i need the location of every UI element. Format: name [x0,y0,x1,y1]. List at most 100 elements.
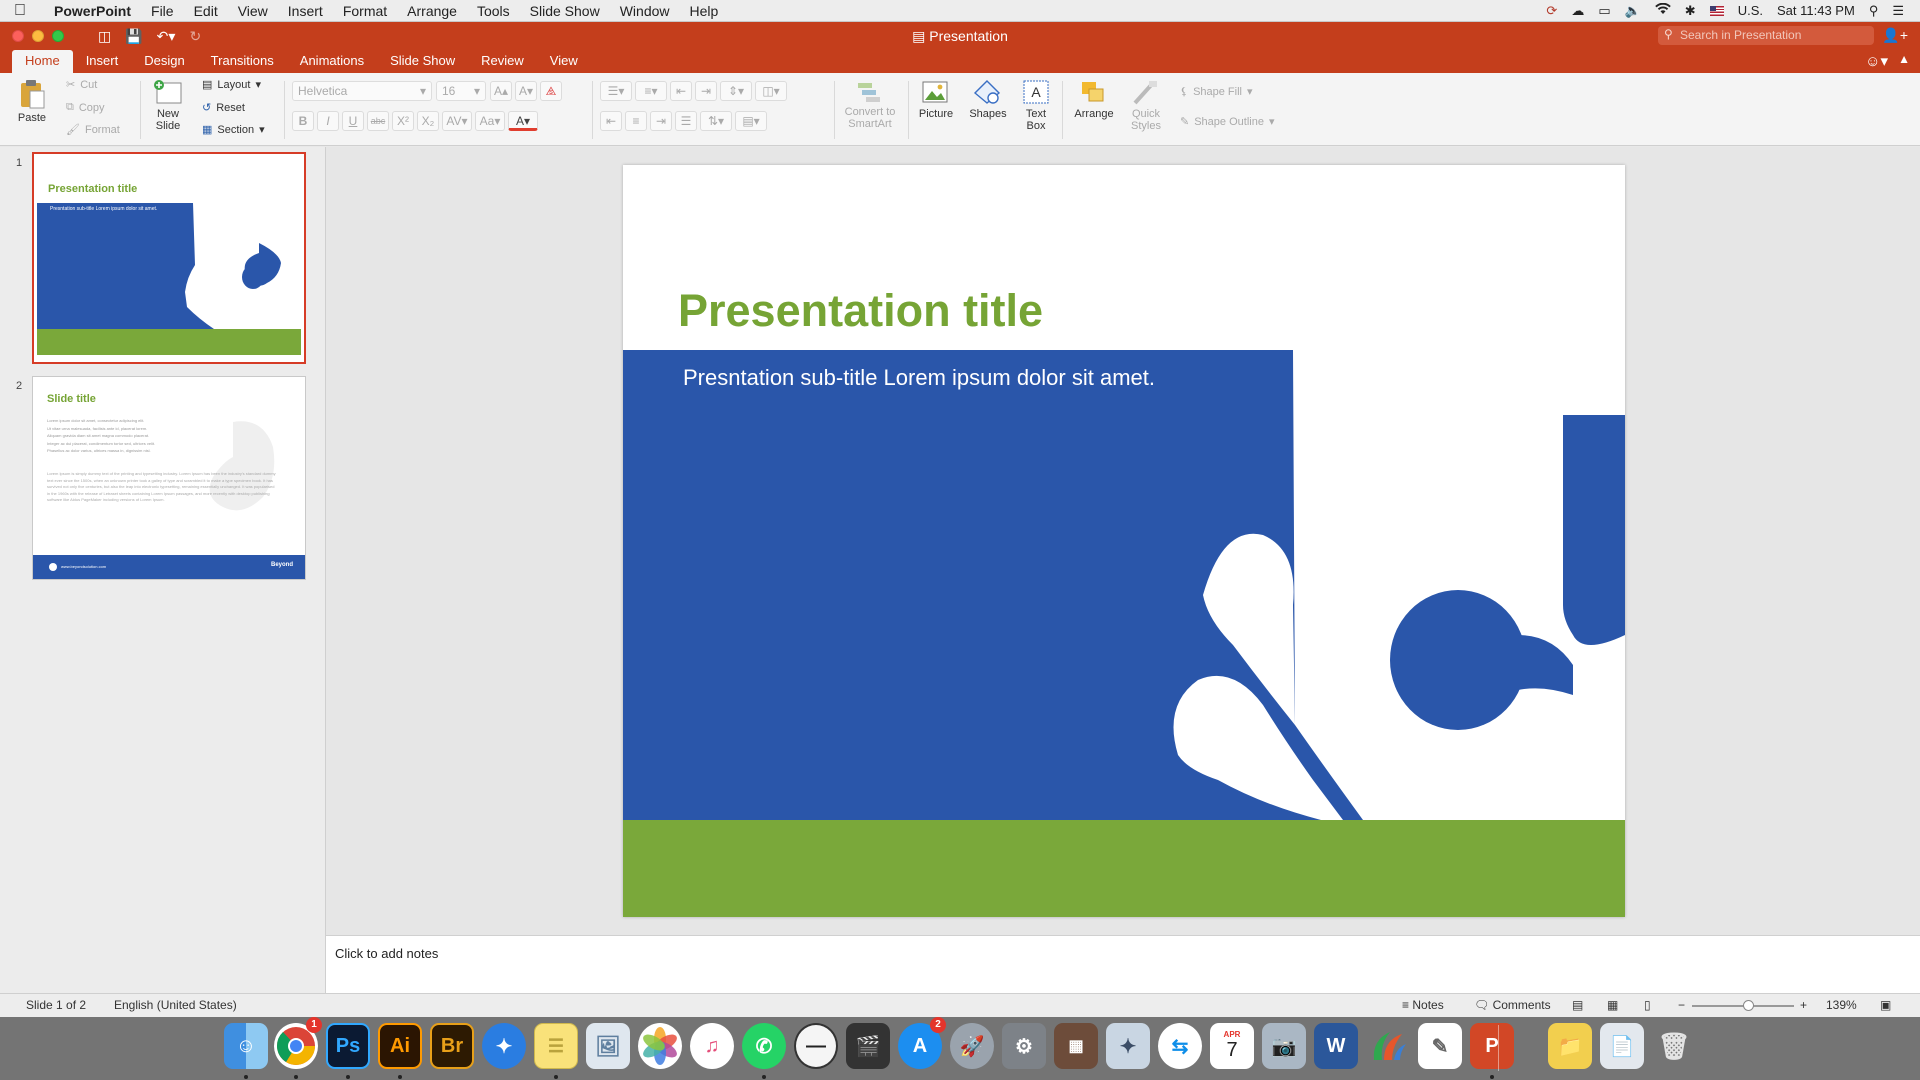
tab-review[interactable]: Review [468,50,537,73]
dock-photoshop[interactable]: Ps [326,1023,370,1069]
wifi-icon[interactable] [1654,2,1671,18]
text-direction-button[interactable]: ⇅▾ [700,111,732,131]
dock-word[interactable]: W [1314,1023,1358,1069]
feedback-smiley-icon[interactable]: ☺▾ [1865,52,1888,70]
font-name-select[interactable]: Helvetica ▾ [292,81,432,101]
change-case-button[interactable]: Aa▾ [475,111,505,131]
font-color-button[interactable]: A▾ [508,111,538,131]
collapse-ribbon-icon[interactable]: ▲ [1898,52,1910,66]
tab-animations[interactable]: Animations [287,50,377,73]
zoom-level[interactable]: 139% [1826,998,1857,1012]
menu-app-name[interactable]: PowerPoint [40,3,141,19]
align-left-button[interactable]: ⇤ [600,111,622,131]
tab-design[interactable]: Design [131,50,197,73]
minimize-window-button[interactable] [32,30,44,42]
reading-view-icon[interactable]: ▯ [1644,998,1651,1012]
dock-downloads[interactable]: 📁 [1548,1023,1592,1069]
font-size-select[interactable]: 16 ▾ [436,81,486,101]
quick-styles-button[interactable]: Quick Styles [1124,79,1168,132]
slide-subtitle[interactable]: Presntation sub-title Lorem ipsum dolor … [683,365,1155,391]
menu-slide-show[interactable]: Slide Show [520,3,610,19]
apple-menu-icon[interactable]:  [0,2,40,20]
zoom-in-icon[interactable]: + [1800,998,1807,1012]
dock-documents[interactable]: 📄 [1600,1023,1644,1069]
notification-center-icon[interactable]: ☰ [1892,3,1904,19]
dock-teamviewer[interactable]: ⇆ [1158,1023,1202,1069]
copy-button[interactable]: ⧉ Copy [66,101,105,114]
zoom-out-icon[interactable]: − [1678,998,1685,1012]
bullets-button[interactable]: ☰▾ [600,81,632,101]
italic-button[interactable]: I [317,111,339,131]
normal-view-icon[interactable]: ▤ [1572,998,1583,1012]
share-user-icon[interactable]: 👤+ [1882,27,1908,44]
dock-preview-editor[interactable]: ✦ [1106,1023,1150,1069]
cloud-icon[interactable]: ☁ [1571,3,1584,19]
format-painter-button[interactable]: 🖌 Format [66,123,120,137]
menu-format[interactable]: Format [333,3,397,19]
dock-notes[interactable]: ☰ [534,1023,578,1069]
screen-icon[interactable]: ▭ [1598,3,1610,19]
dock-image-capture[interactable]: 📷 [1262,1023,1306,1069]
sync-icon[interactable]: ⟳ [1546,3,1557,19]
dock-itunes[interactable]: ♫ [690,1023,734,1069]
bold-button[interactable]: B [292,111,314,131]
dock-system-preferences[interactable]: ⚙ [1002,1023,1046,1069]
tab-insert[interactable]: Insert [73,50,132,73]
notes-toggle-button[interactable]: ≡ Notes [1402,998,1444,1012]
dock-illustrator[interactable]: Ai [378,1023,422,1069]
notes-pane[interactable]: Click to add notes [326,935,1920,993]
zoom-slider-thumb[interactable] [1743,1000,1754,1011]
dock-preview[interactable]: 🖼 [586,1023,630,1069]
tab-view[interactable]: View [537,50,591,73]
tab-transitions[interactable]: Transitions [198,50,287,73]
line-spacing-button[interactable]: ⇕▾ [720,81,752,101]
align-center-button[interactable]: ≡ [625,111,647,131]
menu-tools[interactable]: Tools [467,3,520,19]
underline-button[interactable]: U [342,111,364,131]
dock-bridge[interactable]: Br [430,1023,474,1069]
dock-open-office[interactable] [1366,1023,1410,1069]
spotlight-search-icon[interactable]: ⚲ [1869,3,1879,19]
section-button[interactable]: ▦ Section ▾ [202,123,265,137]
grow-font-button[interactable]: A▴ [490,81,512,101]
slide-title[interactable]: Presentation title [678,285,1043,337]
dock-textedit[interactable]: ✎ [1418,1023,1462,1069]
dock-trash[interactable]: 🗑 [1652,1023,1696,1069]
justify-button[interactable]: ☰ [675,111,697,131]
clear-formatting-button[interactable]: ⧌ [540,81,562,101]
save-icon[interactable]: 💾 [125,28,142,45]
shape-outline-button[interactable]: ✎ Shape Outline ▾ [1180,115,1274,129]
dock-app-store[interactable]: A 2 [898,1017,946,1069]
picture-button[interactable]: Picture [912,79,960,120]
decrease-indent-button[interactable]: ⇤ [670,81,692,101]
slide-thumbnail-1[interactable]: Presentation title Presntation sub-title… [32,152,306,364]
align-right-button[interactable]: ⇥ [650,111,672,131]
new-slide-button[interactable]: New Slide [146,79,190,132]
sidebar-toggle-icon[interactable]: ◫ [98,28,111,45]
increase-indent-button[interactable]: ⇥ [695,81,717,101]
menu-help[interactable]: Help [680,3,729,19]
language[interactable]: English (United States) [114,998,237,1012]
search-input[interactable]: ⚲ Search in Presentation [1658,26,1874,45]
tab-slide-show[interactable]: Slide Show [377,50,468,73]
text-box-button[interactable]: A Text Box [1016,79,1056,132]
zoom-window-button[interactable] [52,30,64,42]
slide-sorter-view-icon[interactable]: ▦ [1607,998,1618,1012]
input-source[interactable]: U.S. [1738,3,1763,18]
superscript-button[interactable]: X² [392,111,414,131]
menu-insert[interactable]: Insert [278,3,333,19]
subscript-button[interactable]: X₂ [417,111,439,131]
menu-edit[interactable]: Edit [184,3,228,19]
shrink-font-button[interactable]: A▾ [515,81,537,101]
reset-button[interactable]: ↺ Reset [202,101,245,115]
menu-file[interactable]: File [141,3,184,19]
shape-fill-button[interactable]: ⚸ Shape Fill ▾ [1180,85,1253,99]
slide-thumbnail-2[interactable]: Slide title Lorem ipsum dolor sit amet, … [32,376,306,580]
character-spacing-button[interactable]: AV▾ [442,111,472,131]
convert-smartart-button[interactable]: Convert to SmartArt [836,79,904,130]
menu-window[interactable]: Window [610,3,680,19]
redo-icon[interactable]: ↻ [189,28,201,45]
paste-button[interactable]: Paste [10,79,54,124]
comments-toggle-button[interactable]: 🗨 Comments [1474,998,1551,1012]
dock-chrome[interactable]: 1 [274,1017,322,1069]
